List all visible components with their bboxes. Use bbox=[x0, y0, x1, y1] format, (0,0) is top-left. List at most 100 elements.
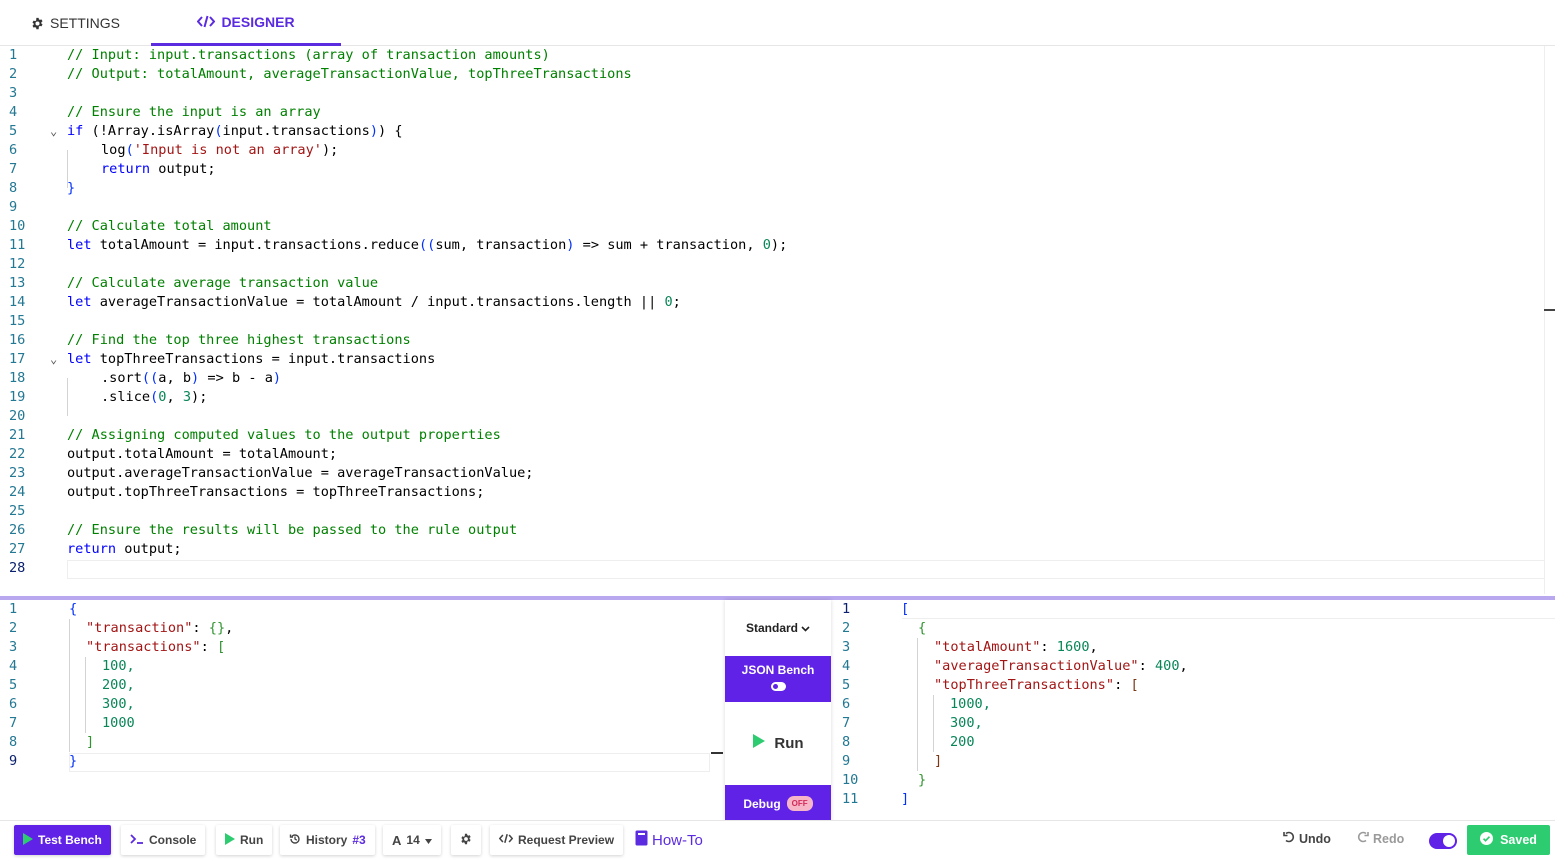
code-line: 26// Ensure the results will be passed t… bbox=[9, 522, 518, 538]
code-line: 8} bbox=[9, 180, 76, 196]
fold-chevron-icon[interactable]: ⌄ bbox=[50, 350, 62, 369]
font-size-value: 14 bbox=[406, 833, 420, 847]
settings-button[interactable] bbox=[451, 825, 481, 855]
editor-scrollbar-track[interactable] bbox=[1544, 46, 1545, 594]
code-line: 25 bbox=[9, 503, 26, 519]
book-icon bbox=[635, 830, 648, 850]
code-line: 7 return output; bbox=[9, 161, 216, 177]
code-line: 24 output.topThreeTransactions = topThree… bbox=[9, 484, 485, 500]
code-line: 16// Find the top three highest transact… bbox=[9, 332, 411, 348]
toolbar-run-button[interactable]: Run bbox=[216, 825, 273, 855]
undo-icon bbox=[1283, 831, 1295, 846]
console-button[interactable]: Console bbox=[121, 825, 206, 855]
json-line: 4 100, bbox=[9, 658, 135, 674]
saved-label: Saved bbox=[1500, 833, 1537, 847]
how-to-label: How-To bbox=[652, 831, 703, 849]
code-icon bbox=[197, 15, 216, 28]
code-line: 12 bbox=[9, 256, 26, 272]
code-line: 3 bbox=[9, 85, 18, 101]
test-bench-label: Test Bench bbox=[38, 833, 102, 847]
code-line: 11 let totalAmount = input.transactions.r… bbox=[9, 237, 788, 253]
font-size-select[interactable]: A 14 bbox=[383, 825, 441, 855]
json-line: 7 300, bbox=[842, 715, 983, 731]
json-line: 6 1000, bbox=[842, 696, 991, 712]
output-json-viewer[interactable]: 1[ 2{ 3 "totalAmount": 1600, 4 "averageTra… bbox=[832, 600, 1555, 820]
font-size-icon: A bbox=[392, 832, 402, 848]
json-line: 1{ bbox=[9, 601, 78, 617]
json-line: 5 200, bbox=[9, 677, 135, 693]
undo-button[interactable]: Undo bbox=[1283, 831, 1331, 846]
json-line: 9] bbox=[842, 753, 943, 769]
console-label: Console bbox=[149, 833, 197, 847]
code-line: 18 .sort((a, b) => b - a) bbox=[9, 370, 282, 386]
play-icon bbox=[752, 733, 766, 753]
json-line: 5 "topThreeTransactions": [ bbox=[842, 677, 1139, 693]
history-count: #3 bbox=[352, 833, 366, 847]
chevron-down-icon bbox=[801, 621, 810, 635]
code-line: 20 bbox=[9, 408, 26, 424]
json-line: 7 1000 bbox=[9, 715, 135, 731]
code-line: 4// Ensure the input is an array bbox=[9, 104, 321, 120]
scroll-marker bbox=[1544, 309, 1555, 311]
code-line: 22 output.totalAmount = totalAmount; bbox=[9, 446, 338, 462]
debug-label: Debug bbox=[743, 796, 781, 811]
json-line: 3 "transactions": [ bbox=[9, 639, 226, 655]
pane-splitter[interactable] bbox=[711, 752, 723, 754]
play-icon bbox=[225, 832, 235, 848]
terminal-icon bbox=[130, 833, 144, 848]
check-circle-icon bbox=[1480, 832, 1494, 848]
run-label: Run bbox=[774, 734, 804, 752]
autosave-toggle[interactable] bbox=[1429, 833, 1457, 849]
mode-select[interactable]: Standard bbox=[725, 600, 831, 656]
tab-settings[interactable]: SETTINGS bbox=[31, 0, 120, 46]
toggle-icon bbox=[770, 682, 786, 691]
run-button[interactable]: Run bbox=[725, 702, 831, 784]
code-line: 2// Output: totalAmount, averageTransact… bbox=[9, 66, 632, 82]
test-bench-button[interactable]: Test Bench bbox=[14, 825, 111, 855]
json-line: 6 300, bbox=[9, 696, 135, 712]
code-line: 5 ⌄ if (!Array.isArray(input.transactions)… bbox=[9, 122, 403, 141]
bench-controls: Standard JSON Bench Run Debug OFF bbox=[725, 600, 831, 822]
tab-settings-label: SETTINGS bbox=[50, 15, 121, 31]
gear-icon bbox=[460, 833, 472, 848]
json-line: 11] bbox=[842, 791, 910, 807]
input-json-editor[interactable]: 1{ 2 "transaction": {}, 3 "transactions": … bbox=[0, 600, 710, 820]
undo-label: Undo bbox=[1299, 831, 1331, 846]
history-button[interactable]: History #3 bbox=[280, 825, 375, 855]
json-bench-label: JSON Bench bbox=[741, 663, 815, 677]
code-line: 17 ⌄ let topThreeTransactions = input.tran… bbox=[9, 350, 436, 369]
json-line: 2 "transaction": {}, bbox=[9, 620, 234, 636]
json-line: 1[ bbox=[842, 601, 910, 617]
code-line: 9 bbox=[9, 199, 18, 215]
code-line: 27 return output; bbox=[9, 541, 182, 557]
history-icon bbox=[289, 833, 301, 848]
json-line: 8 200 bbox=[842, 734, 975, 750]
redo-button[interactable]: Redo bbox=[1357, 831, 1404, 846]
debug-toggle[interactable]: Debug OFF bbox=[725, 785, 831, 822]
code-editor[interactable]: 1// Input: input.transactions (array of … bbox=[0, 46, 1545, 594]
current-line-highlight bbox=[67, 560, 1545, 579]
tab-designer[interactable]: DESIGNER bbox=[151, 0, 341, 46]
json-line: 9} bbox=[9, 753, 78, 769]
bottom-toolbar: Test Bench Console Run History #3 A 14 R… bbox=[0, 820, 1555, 859]
request-preview-button[interactable]: Request Preview bbox=[490, 825, 624, 855]
code-line: 10// Calculate total amount bbox=[9, 218, 272, 234]
saved-button[interactable]: Saved bbox=[1467, 825, 1550, 855]
gear-icon bbox=[31, 17, 44, 30]
fold-chevron-icon[interactable]: ⌄ bbox=[50, 122, 62, 141]
how-to-link[interactable]: How-To bbox=[635, 830, 703, 850]
request-preview-label: Request Preview bbox=[518, 833, 615, 847]
json-line: 10} bbox=[842, 772, 927, 788]
code-line: 19 .slice(0, 3); bbox=[9, 389, 208, 405]
code-icon bbox=[498, 833, 514, 847]
caret-down-icon bbox=[424, 833, 432, 847]
json-line: 2{ bbox=[842, 620, 927, 636]
code-line: 14 let averageTransactionValue = totalAmo… bbox=[9, 294, 681, 310]
json-line: 8] bbox=[9, 734, 95, 750]
redo-label: Redo bbox=[1373, 831, 1405, 846]
mode-select-label: Standard bbox=[745, 621, 798, 635]
json-line: 4 "averageTransactionValue": 400, bbox=[842, 658, 1188, 674]
json-bench-toggle[interactable]: JSON Bench bbox=[725, 656, 831, 702]
play-icon bbox=[23, 832, 33, 848]
tab-designer-label: DESIGNER bbox=[221, 13, 295, 30]
